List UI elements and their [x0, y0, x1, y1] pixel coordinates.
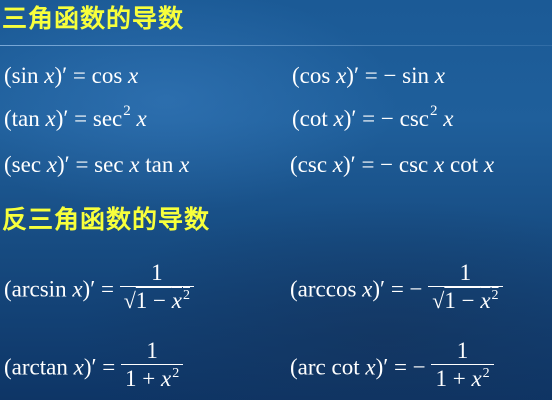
exponent: 2	[183, 288, 190, 303]
formula-arccos-derivative: (arccos x)′ = − 1 √1 − x2	[290, 260, 503, 320]
variable-x: x	[480, 288, 491, 313]
variable-x: x	[483, 152, 495, 177]
formula-text: (sec	[4, 152, 47, 177]
fraction-denominator: √1 − x2	[428, 286, 503, 318]
formula-text: (arctan	[4, 354, 74, 380]
formula-cos-derivative: (cos x)′ = − sin x	[292, 63, 445, 89]
formula-cot-derivative: (cot x)′ = − csc2 x	[292, 103, 454, 135]
top-divider-line	[0, 45, 552, 46]
formula-text: )′ = cos	[54, 63, 129, 88]
formula-text: (tan	[4, 106, 46, 131]
variable-x: x	[471, 366, 482, 391]
formula-arcsin-derivative: (arcsin x)′ = 1 √1 − x2	[4, 260, 194, 320]
variable-x: x	[129, 152, 140, 177]
formula-text: tan	[139, 152, 180, 177]
fraction-numerator: 1	[459, 260, 472, 285]
formula-text: )′ = sec	[55, 106, 123, 131]
variable-x: x	[160, 366, 172, 391]
fraction-denominator: 1 + x2	[120, 364, 184, 396]
sqrt-symbol: √	[432, 288, 445, 313]
formula-text: )′ =	[82, 276, 120, 302]
variable-x: x	[434, 152, 445, 177]
variable-x: x	[46, 152, 57, 177]
exponent: 2	[172, 366, 180, 381]
formula-text: (csc	[290, 152, 333, 177]
exponent: 2	[491, 288, 499, 303]
formula-sin-derivative: (sin x)′ = cos x	[4, 63, 138, 89]
formula-text: (arc cot	[290, 354, 366, 380]
radicand: 1 − x2	[136, 288, 190, 313]
formula-csc-derivative: (csc x)′ = − csc x cot x	[290, 152, 494, 178]
exponent: 2	[430, 103, 438, 119]
variable-x: x	[362, 276, 373, 302]
formula-arctan-derivative: (arctan x)′ = 11 + x2	[4, 338, 184, 398]
formula-text: 1 +	[435, 366, 472, 391]
fraction-numerator: 1	[146, 338, 158, 363]
fraction: 1 √1 − x2	[119, 260, 194, 318]
fraction-denominator: 1 + x2	[431, 364, 494, 396]
fraction: 11 + x2	[431, 338, 494, 396]
variable-x: x	[179, 152, 190, 177]
variable-x: x	[136, 106, 147, 131]
formula-text: (cot	[292, 106, 334, 131]
formula-text: (cos	[292, 63, 337, 88]
variable-x: x	[365, 354, 376, 380]
variable-x: x	[44, 63, 55, 88]
formula-tan-derivative: (tan x)′ = sec2 x	[4, 103, 147, 135]
sqrt-symbol: √	[123, 288, 136, 313]
formula-text: cot	[444, 152, 484, 177]
variable-x: x	[333, 106, 344, 131]
formula-text: (arccos	[290, 276, 363, 302]
variable-x: x	[45, 106, 56, 131]
formula-text: )′ = − csc	[343, 106, 429, 131]
formula-text: (sin	[4, 63, 45, 88]
variable-x: x	[443, 106, 454, 131]
fraction-numerator: 1	[151, 260, 163, 285]
fraction: 11 + x2	[120, 338, 184, 396]
heading-trig-derivatives: 三角函数的导数	[2, 4, 185, 33]
formula-text: )′ = − sin	[346, 63, 435, 88]
formula-sec-derivative: (sec x)′ = sec x tan x	[4, 152, 189, 178]
variable-x: x	[171, 288, 182, 313]
formula-text: )′ = − csc	[343, 152, 435, 177]
formula-text: )′ = −	[375, 354, 432, 380]
fraction-denominator: √1 − x2	[119, 286, 194, 318]
formula-text: 1 −	[444, 288, 481, 313]
exponent: 2	[482, 366, 490, 381]
variable-x: x	[332, 152, 343, 177]
formula-arccot-derivative: (arc cot x)′ = − 11 + x2	[290, 338, 494, 398]
formula-text: )′ = sec	[57, 152, 130, 177]
variable-x: x	[73, 354, 84, 380]
formula-text: (arcsin	[4, 276, 73, 302]
exponent: 2	[123, 103, 131, 119]
fraction-numerator: 1	[456, 338, 469, 363]
heading-inverse-trig-derivatives: 反三角函数的导数	[2, 205, 211, 234]
radicand: 1 − x2	[444, 288, 498, 313]
variable-x: x	[128, 63, 139, 88]
variable-x: x	[434, 63, 445, 88]
formula-text: 1 +	[124, 366, 161, 391]
formula-text: )′ =	[83, 354, 121, 380]
formula-text: )′ = −	[372, 276, 429, 302]
variable-x: x	[336, 63, 347, 88]
fraction: 1 √1 − x2	[428, 260, 503, 318]
formula-text: 1 −	[135, 288, 172, 313]
variable-x: x	[72, 276, 83, 302]
